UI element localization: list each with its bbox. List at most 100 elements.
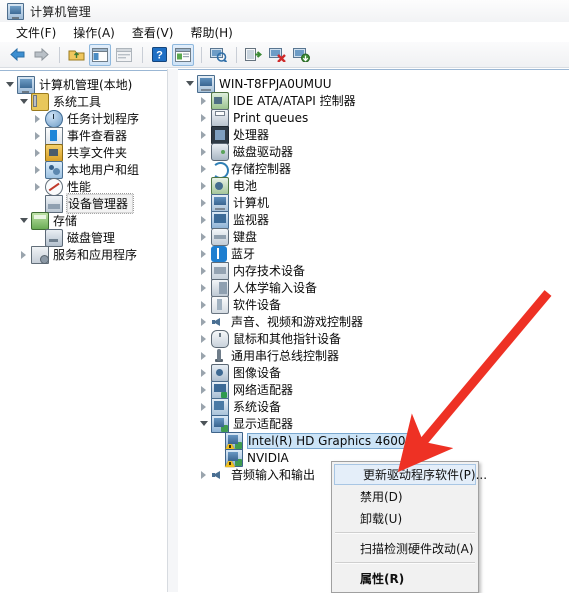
tree-expander-open[interactable] xyxy=(18,93,31,110)
tree-expander-closed[interactable] xyxy=(198,279,211,296)
device-context-menu[interactable]: 更新驱动程序软件(P)... 禁用(D) 卸载(U) 扫描检测硬件改动(A) 属性(R) xyxy=(331,461,487,593)
ctx-update-driver-software[interactable]: 更新驱动程序软件(P)... xyxy=(334,464,487,485)
tree-expander-closed[interactable] xyxy=(198,381,211,398)
show-detail-pane-icon[interactable] xyxy=(172,43,194,66)
tree-expander-open[interactable] xyxy=(198,415,211,432)
tree-expander-closed[interactable] xyxy=(198,211,211,228)
device-computer[interactable]: 计算机 xyxy=(178,193,569,212)
ctx-disable-device[interactable]: 禁用(D) xyxy=(332,485,478,507)
menu-help[interactable]: 帮助(H) xyxy=(182,23,241,42)
tree-disk-management[interactable]: 磁盘管理 xyxy=(0,228,167,247)
device-print-queues[interactable]: Print queues xyxy=(178,108,569,127)
device-system-devices[interactable]: 系统设备 xyxy=(178,397,569,416)
tree-expander-closed[interactable] xyxy=(198,92,211,109)
device-memory-technology[interactable]: 内存技术设备 xyxy=(178,261,569,280)
tree-expander-open[interactable] xyxy=(184,75,197,92)
tree-expander-closed[interactable] xyxy=(32,178,45,195)
device-monitors[interactable]: 监视器 xyxy=(178,210,569,229)
device-batteries[interactable]: 电池 xyxy=(178,176,569,195)
tree-local-users-groups[interactable]: 本地用户和组 xyxy=(0,160,167,179)
device-disk-drives[interactable]: 磁盘驱动器 xyxy=(178,142,569,161)
tree-expander-none xyxy=(212,449,225,466)
device-bluetooth[interactable]: 蓝牙 xyxy=(178,245,569,262)
tree-expander-open[interactable] xyxy=(18,212,31,229)
menu-view[interactable]: 查看(V) xyxy=(124,23,183,42)
menu-file[interactable]: 文件(F) xyxy=(8,23,65,42)
tree-performance[interactable]: 性能 xyxy=(0,177,167,196)
tree-local-users-groups-label: 本地用户和组 xyxy=(67,163,140,177)
tree-device-manager[interactable]: 设备管理器 xyxy=(0,193,167,214)
img-icon xyxy=(211,363,229,382)
tree-expander-closed[interactable] xyxy=(32,161,45,178)
tree-storage[interactable]: 存储 xyxy=(0,211,167,230)
tree-expander-closed[interactable] xyxy=(198,262,211,279)
tree-expander-closed[interactable] xyxy=(32,110,45,127)
scan-hardware-icon[interactable] xyxy=(207,44,229,66)
tree-expander-closed[interactable] xyxy=(198,194,211,211)
update-driver-icon[interactable] xyxy=(242,44,264,66)
device-intel-hd-graphics-4600[interactable]: Intel(R) HD Graphics 4600 xyxy=(178,431,569,450)
tree-expander-closed[interactable] xyxy=(18,246,31,263)
uninstall-device-icon[interactable] xyxy=(266,44,288,66)
toolbar: ? xyxy=(0,42,569,68)
tree-expander-closed[interactable] xyxy=(198,143,211,160)
device-imaging-devices[interactable]: 图像设备 xyxy=(178,363,569,382)
show-hide-tree-icon[interactable] xyxy=(89,43,111,66)
device-tree[interactable]: WIN-T8FPJA0UMUU IDE ATA/ATAPI 控制器 Print qu… xyxy=(178,69,569,483)
forward-arrow-icon[interactable] xyxy=(30,44,52,66)
tree-expander-open[interactable] xyxy=(4,76,17,93)
device-storage-controllers[interactable]: 存储控制器 xyxy=(178,160,569,179)
tree-expander-closed[interactable] xyxy=(198,245,211,262)
tree-expander-closed[interactable] xyxy=(198,296,211,313)
tree-computer-management-local[interactable]: 计算机管理(本地) xyxy=(0,75,167,94)
tree-expander-closed[interactable] xyxy=(198,330,211,347)
help-question-icon[interactable]: ? xyxy=(148,44,170,66)
tree-system-tools[interactable]: 系统工具 xyxy=(0,92,167,111)
tree-expander-closed[interactable] xyxy=(198,347,211,364)
back-arrow-icon[interactable] xyxy=(6,44,28,66)
device-human-interface[interactable]: 人体学输入设备 xyxy=(178,278,569,297)
tree-shared-folders[interactable]: 共享文件夹 xyxy=(0,143,167,162)
ctx-uninstall-device[interactable]: 卸载(U) xyxy=(332,507,478,529)
tree-expander-closed[interactable] xyxy=(198,160,211,177)
device-processors[interactable]: 处理器 xyxy=(178,125,569,144)
context-menu-separator xyxy=(335,532,475,534)
device-software-devices[interactable]: 软件设备 xyxy=(178,295,569,314)
tree-expander-closed[interactable] xyxy=(198,177,211,194)
device-network-adapters[interactable]: 网络适配器 xyxy=(178,380,569,399)
tree-expander-closed[interactable] xyxy=(32,127,45,144)
device-ide-ata-atapi-controllers[interactable]: IDE ATA/ATAPI 控制器 xyxy=(178,91,569,110)
device-storage-controllers-label: 存储控制器 xyxy=(231,162,292,176)
pc-icon xyxy=(197,74,215,93)
properties-icon xyxy=(113,44,135,66)
device-sound-video-game-controllers[interactable]: 声音、视频和游戏控制器 xyxy=(178,313,569,330)
tree-expander-closed[interactable] xyxy=(198,398,211,415)
device-mice-pointing[interactable]: 鼠标和其他指针设备 xyxy=(178,329,569,348)
tree-expander-closed[interactable] xyxy=(198,109,211,126)
ctx-properties[interactable]: 属性(R) xyxy=(332,567,478,589)
device-usb-controllers[interactable]: 通用串行总线控制器 xyxy=(178,347,569,364)
tree-system-tools-label: 系统工具 xyxy=(53,95,102,109)
tree-expander-closed[interactable] xyxy=(198,466,211,483)
device-audio-inputs-outputs-label: 音频输入和输出 xyxy=(231,468,316,482)
menu-action[interactable]: 操作(A) xyxy=(65,23,124,42)
tree-expander-closed[interactable] xyxy=(198,364,211,381)
tree-services-applications[interactable]: 服务和应用程序 xyxy=(0,245,167,264)
display-icon xyxy=(211,414,229,433)
device-keyboards[interactable]: 键盘 xyxy=(178,227,569,246)
device-display-adapters[interactable]: 显示适配器 xyxy=(178,414,569,433)
tree-expander-closed[interactable] xyxy=(198,313,211,330)
ctx-scan-hardware-changes[interactable]: 扫描检测硬件改动(A) xyxy=(332,537,478,559)
device-nvidia-adapter-label: NVIDIA xyxy=(247,450,289,465)
device-root-computer[interactable]: WIN-T8FPJA0UMUU xyxy=(178,74,569,93)
console-tree[interactable]: 计算机管理(本地) 系统工具 任务计划程序 事件查看器 共享文件夹 本地用户和组 性能 设备管… xyxy=(0,70,167,264)
tree-expander-closed[interactable] xyxy=(32,144,45,161)
tree-task-scheduler[interactable]: 任务计划程序 xyxy=(0,109,167,128)
event-icon xyxy=(45,126,63,145)
disable-device-icon[interactable] xyxy=(290,44,312,66)
console-tree-pane[interactable]: 计算机管理(本地) 系统工具 任务计划程序 事件查看器 共享文件夹 本地用户和组 性能 设备管… xyxy=(0,69,167,593)
tree-event-viewer[interactable]: 事件查看器 xyxy=(0,126,167,145)
tree-expander-closed[interactable] xyxy=(198,228,211,245)
up-folder-icon[interactable] xyxy=(65,44,87,66)
tree-expander-closed[interactable] xyxy=(198,126,211,143)
